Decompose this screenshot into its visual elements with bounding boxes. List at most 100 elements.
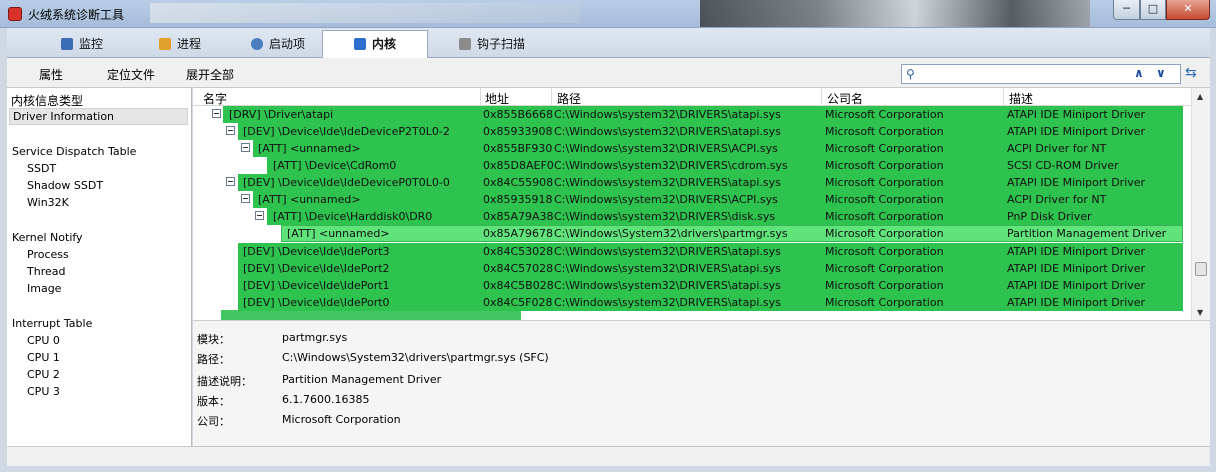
table-row[interactable]: [DEV] \Device\Ide\IdeDeviceP2T0L0-2 0x85… (193, 123, 1191, 140)
cell-company: Microsoft Corporation (825, 262, 944, 275)
collapse-icon[interactable] (212, 109, 221, 118)
table-row[interactable]: [DRV] \Driver\atapi 0x855B6668 C:\Window… (193, 106, 1191, 123)
table-row-selected[interactable]: [ATT] <unnamed> 0x85A79678 C:\Windows\Sy… (193, 225, 1191, 242)
detail-value-description: Partition Management Driver (282, 373, 442, 386)
kernel-icon (353, 38, 366, 50)
list-item-ssdt[interactable]: SSDT (27, 162, 56, 175)
table-row[interactable]: [DEV] \Device\Ide\IdePort1 0x84C5B028 C:… (193, 277, 1191, 294)
hook-icon (458, 38, 471, 50)
detail-label-module: 模块： (197, 333, 230, 346)
cell-path: C:\Windows\system32\DRIVERS\atapi.sys (554, 108, 781, 121)
group-service-dispatch-table[interactable]: Service Dispatch Table (12, 145, 136, 158)
table-row[interactable]: [DEV] \Device\Ide\IdePort0 0x84C5F028 C:… (193, 294, 1191, 311)
background-image-blur (700, 0, 1090, 27)
cell-name: [DEV] \Device\Ide\IdePort0 (243, 296, 390, 309)
find-next-button[interactable]: ∨ (1156, 66, 1166, 80)
table-row[interactable]: [DEV] \Device\Ide\IdeDeviceP0T0L0-0 0x84… (193, 174, 1191, 191)
tab-process[interactable]: 进程 (127, 31, 233, 58)
tab-monitor[interactable]: 监控 (29, 31, 135, 58)
table-row[interactable]: [ATT] \Device\Harddisk0\DR0 0x85A79A38 C… (193, 208, 1191, 225)
table-row[interactable]: [ATT] <unnamed> 0x85935918 C:\Windows\sy… (193, 191, 1191, 208)
tab-kernel[interactable]: 内核 (322, 30, 428, 59)
cell-name: [DEV] \Device\Ide\IdeDeviceP0T0L0-0 (243, 176, 450, 189)
column-header-address[interactable]: 地址 (485, 90, 509, 107)
close-button[interactable]: ✕ (1166, 0, 1210, 20)
list-item-driver-information[interactable]: Driver Information (13, 110, 114, 123)
cell-company: Microsoft Corporation (825, 210, 944, 223)
detail-label-description: 描述说明： (197, 375, 252, 388)
collapse-icon[interactable] (226, 126, 235, 135)
table-row[interactable]: [ATT] <unnamed> 0x855BF930 C:\Windows\sy… (193, 140, 1191, 157)
collapse-icon[interactable] (226, 177, 235, 186)
maximize-button[interactable]: □ (1140, 0, 1166, 20)
tab-label: 钩子扫描 (476, 37, 525, 51)
scroll-down-arrow-icon[interactable]: ▼ (1197, 308, 1203, 317)
cell-company: Microsoft Corporation (825, 245, 944, 258)
cell-description: ATAPI IDE Miniport Driver (1007, 262, 1146, 275)
cell-name: [ATT] <unnamed> (258, 193, 361, 206)
collapse-icon[interactable] (241, 143, 250, 152)
cell-path: C:\Windows\system32\DRIVERS\atapi.sys (554, 296, 781, 309)
cell-name: [ATT] \Device\CdRom0 (273, 159, 397, 172)
cell-path: C:\Windows\System32\drivers\partmgr.sys (554, 227, 788, 240)
cell-description: ATAPI IDE Miniport Driver (1007, 125, 1146, 138)
driver-tree-table: 名字 地址 路径 公司名 描述 [DRV] \Driver\atapi 0x85… (193, 88, 1210, 320)
tab-hook-scan[interactable]: 钩子扫描 (432, 31, 552, 58)
column-divider[interactable] (480, 88, 481, 106)
list-item-process[interactable]: Process (27, 248, 69, 261)
collapse-icon[interactable] (241, 194, 250, 203)
scrollbar-thumb[interactable] (1195, 262, 1207, 276)
tab-startup[interactable]: 启动项 (225, 31, 331, 58)
table-row[interactable]: [DEV] \Device\Ide\IdePort3 0x84C53028 C:… (193, 243, 1191, 260)
title-bar: 火绒系统诊断工具 ─ □ ✕ (0, 0, 1216, 28)
list-item-cpu0[interactable]: CPU 0 (27, 334, 60, 347)
cell-address: 0x85A79A38 (483, 210, 554, 223)
gear-icon (250, 38, 263, 50)
column-header-path[interactable]: 路径 (557, 90, 581, 107)
table-header: 名字 地址 路径 公司名 描述 (193, 88, 1191, 106)
refresh-icon[interactable]: ⇆ (1185, 65, 1197, 81)
cell-name: [DEV] \Device\Ide\IdePort1 (243, 279, 390, 292)
cell-name: [ATT] \Device\Harddisk0\DR0 (273, 210, 433, 223)
column-divider[interactable] (821, 88, 822, 106)
search-box[interactable]: ⚲ ∧ ∨ (901, 64, 1181, 84)
list-item-cpu3[interactable]: CPU 3 (27, 385, 60, 398)
find-previous-button[interactable]: ∧ (1134, 66, 1144, 80)
detail-value-path: C:\Windows\System32\drivers\partmgr.sys … (282, 351, 549, 364)
table-row[interactable]: [ATT] \Device\CdRom0 0x85D8AEF0 C:\Windo… (193, 157, 1191, 174)
expand-all-button[interactable]: 展开全部 (186, 66, 234, 83)
locate-file-button[interactable]: 定位文件 (107, 66, 155, 83)
tab-label: 启动项 (268, 37, 305, 51)
cell-company: Microsoft Corporation (825, 142, 944, 155)
cell-company: Microsoft Corporation (825, 279, 944, 292)
minimize-button[interactable]: ─ (1113, 0, 1140, 20)
list-item-cpu1[interactable]: CPU 1 (27, 351, 60, 364)
list-item-win32k[interactable]: Win32K (27, 196, 69, 209)
scroll-up-arrow-icon[interactable]: ▲ (1197, 92, 1203, 101)
list-item-thread[interactable]: Thread (27, 265, 65, 278)
group-kernel-notify[interactable]: Kernel Notify (12, 231, 83, 244)
cell-description: ACPI Driver for NT (1007, 193, 1107, 206)
cell-company: Microsoft Corporation (825, 227, 944, 240)
cell-address: 0x84C55908 (483, 176, 554, 189)
list-item-cpu2[interactable]: CPU 2 (27, 368, 60, 381)
cell-name: [DEV] \Device\Ide\IdeDeviceP2T0L0-2 (243, 125, 450, 138)
cell-path: C:\Windows\system32\DRIVERS\ACPI.sys (554, 142, 778, 155)
column-header-name[interactable]: 名字 (203, 90, 227, 107)
list-item-shadow-ssdt[interactable]: Shadow SSDT (27, 179, 103, 192)
cell-address: 0x85D8AEF0 (483, 159, 554, 172)
column-header-company[interactable]: 公司名 (827, 90, 863, 107)
vertical-scrollbar[interactable]: ▲ ▼ (1191, 88, 1210, 320)
column-header-description[interactable]: 描述 (1009, 90, 1033, 107)
collapse-icon[interactable] (255, 211, 264, 220)
cell-path: C:\Windows\system32\DRIVERS\atapi.sys (554, 279, 781, 292)
properties-button[interactable]: 属性 (39, 66, 63, 83)
list-item-image[interactable]: Image (27, 282, 61, 295)
cell-company: Microsoft Corporation (825, 125, 944, 138)
column-divider[interactable] (551, 88, 552, 106)
search-input[interactable] (924, 66, 1124, 82)
group-interrupt-table[interactable]: Interrupt Table (12, 317, 92, 330)
cell-description: ATAPI IDE Miniport Driver (1007, 296, 1146, 309)
column-divider[interactable] (1003, 88, 1004, 106)
table-row[interactable]: [DEV] \Device\Ide\IdePort2 0x84C57028 C:… (193, 260, 1191, 277)
